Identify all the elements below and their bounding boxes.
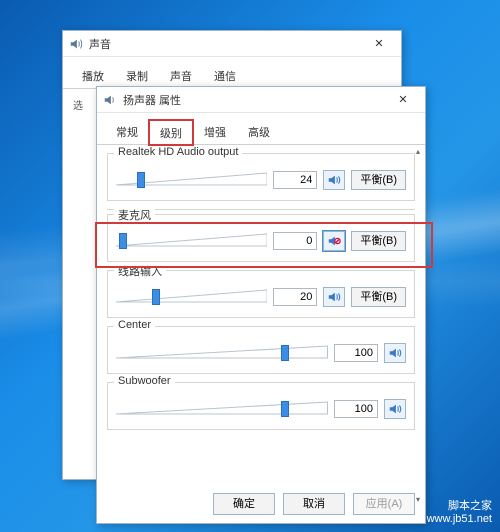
channel-0: Realtek HD Audio output24平衡(B) <box>107 153 415 201</box>
watermark: 脚本之家 www.jb51.net <box>427 500 492 526</box>
channel-label: 线路输入 <box>114 263 166 279</box>
channel-2: 线路输入20平衡(B) <box>107 270 415 318</box>
title-front: 扬声器 属性 <box>123 92 387 108</box>
speaker-icon <box>103 93 117 107</box>
close-button-front[interactable]: ✕ <box>387 90 419 110</box>
mute-button[interactable] <box>323 287 345 307</box>
channel-label: Realtek HD Audio output <box>114 146 242 158</box>
volume-value[interactable]: 100 <box>334 344 378 362</box>
channel-3: Center100 <box>107 326 415 374</box>
dialog-buttons: 确定 取消 应用(A) <box>213 493 415 515</box>
speaker-properties-window: 扬声器 属性 ✕ 常规 级别 增强 高级 Realtek HD Audio ou… <box>96 86 426 524</box>
tab-sound[interactable]: 声音 <box>159 63 203 88</box>
volume-value[interactable]: 100 <box>334 400 378 418</box>
titlebar-back: 声音 ✕ <box>63 31 401 57</box>
body-front: Realtek HD Audio output 24 平衡(B) 麦克风 0 平衡(B) 线… <box>97 145 425 505</box>
channel-label: Subwoofer <box>114 375 175 387</box>
titlebar-front: 扬声器 属性 ✕ <box>97 87 425 113</box>
scroll-up[interactable]: ▴ <box>413 147 423 155</box>
tab-comm[interactable]: 通信 <box>203 63 247 88</box>
cancel-button[interactable]: 取消 <box>283 493 345 515</box>
title-back: 声音 <box>89 36 363 52</box>
volume-value[interactable]: 20 <box>273 288 317 306</box>
tab-levels[interactable]: 级别 <box>149 120 193 145</box>
mute-button[interactable] <box>384 343 406 363</box>
volume-slider[interactable] <box>116 400 328 418</box>
volume-value[interactable]: 0 <box>273 232 317 250</box>
volume-slider[interactable] <box>116 288 267 306</box>
balance-button[interactable]: 平衡(B) <box>351 231 406 251</box>
mute-button[interactable] <box>384 399 406 419</box>
balance-button[interactable]: 平衡(B) <box>351 287 406 307</box>
balance-button[interactable]: 平衡(B) <box>351 170 406 190</box>
close-button-back[interactable]: ✕ <box>363 34 395 54</box>
volume-value[interactable]: 24 <box>273 171 317 189</box>
volume-slider[interactable] <box>116 232 267 250</box>
channel-1: 麦克风0平衡(B) <box>107 214 415 262</box>
volume-slider[interactable] <box>116 171 267 189</box>
channel-label: 麦克风 <box>114 207 155 223</box>
tab-playback[interactable]: 播放 <box>71 63 115 88</box>
speaker-icon <box>69 37 83 51</box>
volume-slider[interactable] <box>116 344 328 362</box>
channel-4: Subwoofer100 <box>107 382 415 430</box>
channel-label: Center <box>114 319 155 331</box>
tab-general[interactable]: 常规 <box>105 119 149 144</box>
tab-advanced[interactable]: 高级 <box>237 119 281 144</box>
mute-button[interactable] <box>323 170 345 190</box>
tab-enhance[interactable]: 增强 <box>193 119 237 144</box>
mute-button[interactable] <box>323 231 345 251</box>
tabs-front: 常规 级别 增强 高级 <box>97 113 425 145</box>
ok-button[interactable]: 确定 <box>213 493 275 515</box>
tabs-back: 播放 录制 声音 通信 <box>63 57 401 89</box>
tab-record[interactable]: 录制 <box>115 63 159 88</box>
apply-button[interactable]: 应用(A) <box>353 493 415 515</box>
